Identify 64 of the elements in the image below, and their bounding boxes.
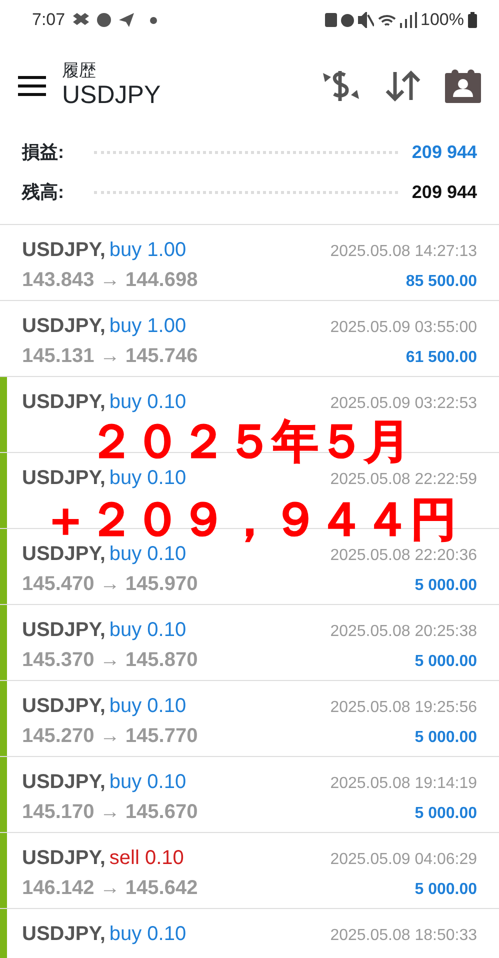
deal-profit: 5 000.00 xyxy=(414,804,477,824)
deal-profit: 61 500.00 xyxy=(406,348,477,368)
deal-profit: 5 000.00 xyxy=(414,728,477,748)
caption-text: ２０２５年５月 xyxy=(88,419,410,463)
deal-symbol: USDJPY, xyxy=(22,466,106,491)
deal-profit: 5 000.00 xyxy=(414,576,477,596)
wifi-icon xyxy=(378,14,396,26)
deal-symbol: USDJPY, xyxy=(22,846,106,871)
dot-icon xyxy=(150,16,158,24)
deal-symbol: USDJPY, xyxy=(22,542,106,567)
deal-prices: 146.142 → 145.642 xyxy=(22,876,198,901)
symbol-title: USDJPY xyxy=(62,80,161,110)
mute-icon xyxy=(358,12,374,28)
deal-symbol: USDJPY, xyxy=(22,390,106,415)
summary-label: 損益: xyxy=(22,140,64,164)
deal-symbol: USDJPY, xyxy=(22,694,106,719)
deal-prices: 145.170 → 145.670 xyxy=(22,800,198,825)
currency-exchange-icon[interactable] xyxy=(321,69,361,103)
deal-type: buy 0.10 xyxy=(109,922,186,947)
deal-type: buy 0.10 xyxy=(109,618,186,643)
deal-time: 2025.05.08 14:27:13 xyxy=(330,242,477,262)
deal-prices: 145.270 → 145.770 xyxy=(22,724,198,749)
deal-symbol: USDJPY, xyxy=(22,618,106,643)
deal-profit: 85 500.00 xyxy=(406,272,477,292)
signal-icon xyxy=(400,12,417,28)
battery-icon xyxy=(468,12,477,28)
deal-symbol: USDJPY, xyxy=(22,770,106,795)
calendar-contact-icon[interactable] xyxy=(445,69,481,103)
deal-prices: 145.470 → 145.970 xyxy=(22,572,198,597)
deal-time: 2025.05.08 19:14:19 xyxy=(330,774,477,794)
deal-type: buy 0.10 xyxy=(109,466,186,491)
deal-prices: 145.370 → 145.870 xyxy=(22,648,198,673)
deal-profit: 5 000.00 xyxy=(414,652,477,672)
deal-type: buy 1.00 xyxy=(109,314,186,339)
deal-time: 2025.05.08 22:22:59 xyxy=(330,470,477,490)
summary-label: 残高: xyxy=(22,180,64,204)
deal-prices: 145.131 → 145.746 xyxy=(22,344,198,369)
summary-value: 209 944 xyxy=(412,140,477,164)
deal-time: 2025.05.09 04:06:29 xyxy=(330,850,477,870)
menu-icon[interactable] xyxy=(18,76,46,96)
deal-time: 2025.05.08 19:25:56 xyxy=(330,698,477,718)
deal-type: buy 0.10 xyxy=(109,390,186,415)
deal-time: 2025.05.08 22:20:36 xyxy=(330,546,477,566)
summary-value: 209 944 xyxy=(412,180,477,204)
deal-type: buy 0.10 xyxy=(109,542,186,567)
deal-symbol: USDJPY, xyxy=(22,922,106,947)
send-icon xyxy=(119,13,134,27)
screen-subtitle: 履歴 xyxy=(62,62,97,80)
deal-symbol: USDJPY, xyxy=(22,238,106,263)
deal-type: buy 1.00 xyxy=(109,238,186,263)
deal-time: 2025.05.09 03:55:00 xyxy=(330,318,477,338)
deal-type: sell 0.10 xyxy=(109,846,184,871)
deal-time: 2025.05.08 18:50:33 xyxy=(330,926,477,946)
deal-prices: 143.843 → 144.698 xyxy=(22,268,198,293)
deal-time: 2025.05.08 20:25:38 xyxy=(330,622,477,642)
deal-time: 2025.05.09 03:22:53 xyxy=(330,394,477,414)
deal-symbol: USDJPY, xyxy=(22,314,106,339)
deal-profit: 5 000.00 xyxy=(414,880,477,900)
caption-text: ＋２０９，９４４円 xyxy=(42,497,456,541)
clock-time: 7:07 xyxy=(32,9,66,32)
deal-type: buy 0.10 xyxy=(109,694,186,719)
deal-type: buy 0.10 xyxy=(109,770,186,795)
sort-icon[interactable] xyxy=(385,70,421,102)
battery-percent: 100% xyxy=(420,9,464,32)
